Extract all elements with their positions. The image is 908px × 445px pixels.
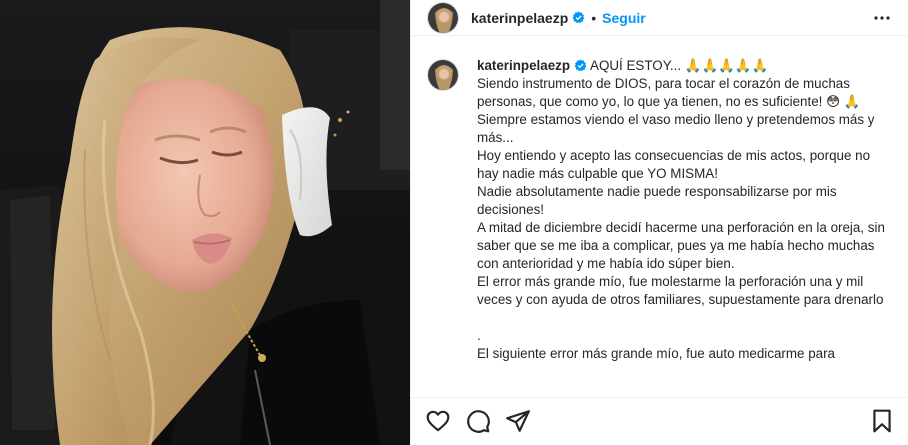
post-header: katerinpelaezp • Seguir [411,0,908,36]
caption-line: Nadie absolutamente nadie puede responsa… [477,184,837,217]
caption-row: katerinpelaezp AQUÍ ESTOY... 🙏🙏🙏🙏🙏 Siend… [427,57,908,363]
caption-username[interactable]: katerinpelaezp [477,58,570,73]
caption-first-line: katerinpelaezp AQUÍ ESTOY... 🙏🙏🙏🙏🙏 [477,57,887,75]
post-side-panel: katerinpelaezp • Seguir katerinpelaezp A… [410,0,908,445]
verified-badge-icon [574,59,587,72]
caption-line: El siguiente error más grande mío, fue a… [477,346,836,361]
bookmark-icon[interactable] [869,408,895,434]
comment-icon[interactable] [465,408,491,434]
caption-line: . [477,328,481,343]
caption-avatar[interactable] [427,59,459,91]
photo-illustration [0,0,410,445]
action-bar [411,397,908,445]
more-options-icon[interactable] [873,9,891,27]
caption-blank-line [477,309,887,327]
caption-line: A mitad de diciembre decidí hacerme una … [477,220,885,271]
separator-dot: • [591,9,597,26]
verified-badge-icon [572,11,585,24]
caption-line: Siempre estamos viendo el vaso medio lle… [477,112,875,145]
caption-line: Siendo instrumento de DIOS, para tocar e… [477,76,861,109]
heart-icon[interactable] [425,408,451,434]
avatar[interactable] [427,1,459,34]
caption-line: AQUÍ ESTOY... 🙏🙏🙏🙏🙏 [590,58,769,73]
post-photo[interactable] [0,0,410,445]
caption-text: katerinpelaezp AQUÍ ESTOY... 🙏🙏🙏🙏🙏 Siend… [477,57,887,363]
caption-line: El error más grande mío, fue molestarme … [477,274,884,307]
follow-button[interactable]: Seguir [602,10,646,26]
header-username[interactable]: katerinpelaezp [471,10,568,26]
comments-area[interactable]: katerinpelaezp AQUÍ ESTOY... 🙏🙏🙏🙏🙏 Siend… [411,57,908,397]
caption-line: Hoy entiendo y acepto las consecuencias … [477,148,871,181]
share-icon[interactable] [505,408,531,434]
